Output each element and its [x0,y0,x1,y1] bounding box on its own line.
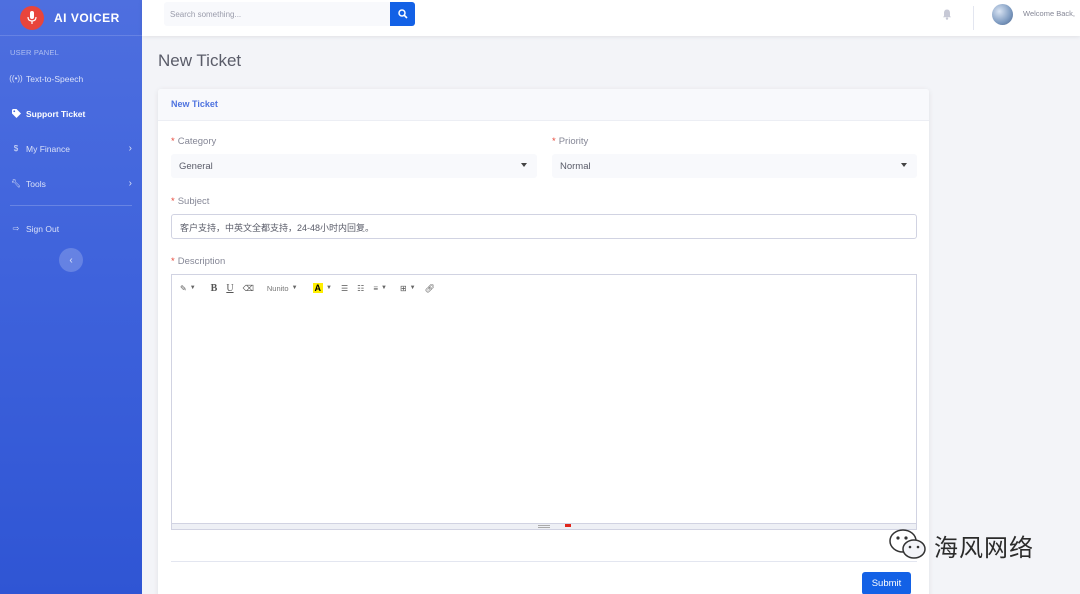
unordered-list-button[interactable]: ☰ [341,284,348,293]
watermark: 海风网络 [888,527,1034,563]
topbar-divider [973,6,974,30]
welcome-text[interactable]: Welcome Back, [1023,9,1075,18]
microphone-icon [20,5,44,30]
table-icon: ⊞ [399,283,407,293]
align-left-icon: ≡ [373,283,378,293]
chevron-right-icon: › [128,143,132,154]
search-bar [164,2,415,26]
category-label: * Category [171,136,217,147]
style-dropdown[interactable]: ✎ ▼ [180,284,196,293]
submit-button[interactable]: Submit [862,572,911,594]
wechat-icon [889,529,926,559]
form-divider [171,561,917,562]
caret-down-icon [901,163,907,167]
sidebar-item-label: Tools [26,178,46,189]
sidebar-item-support-ticket[interactable]: Support Ticket [0,96,142,131]
priority-select[interactable]: Normal [552,154,917,178]
topbar: Welcome Back, [142,0,1080,36]
highlight-icon: A [312,283,324,293]
category-value: General [179,161,213,172]
caret-down-icon [521,163,527,167]
brand-name: AI VOICER [54,10,120,25]
sidebar-item-tools[interactable]: 🔧︎ Tools › [0,166,142,201]
font-name: Nunito [266,283,289,293]
sign-out-icon: ⇨ [12,224,20,233]
font-family-dropdown[interactable]: Nunito ▼ [267,284,298,293]
list-ol-icon: ☷ [357,283,365,293]
eraser-icon: ⌫ [242,283,254,293]
resize-indicator [565,524,571,527]
search-button[interactable] [390,2,415,26]
table-dropdown[interactable]: ⊞ ▼ [400,284,416,293]
caret-down-icon: ▼ [409,285,416,291]
bold-button[interactable]: B [211,283,218,294]
wrench-icon: 🔧︎ [10,179,22,188]
underline-icon: U [226,282,234,294]
bell-icon[interactable] [942,9,952,23]
search-input[interactable] [164,2,390,26]
chevron-left-icon: ‹ [69,254,73,266]
subject-label: * Subject [171,196,210,207]
description-editor[interactable]: ✎ ▼ B U ⌫ Nunito ▼ A ▼ ☰ ☷ ≡ ▼ ⊞ ▼ 🔗︎ [171,274,917,530]
sidebar-item-label: My Finance [26,143,70,154]
page-title: New Ticket [158,51,242,70]
link-icon: 🔗︎ [424,283,435,293]
subject-input[interactable]: 客户支持，中英文全都支持，24-48小时内回复。 [171,214,917,239]
ordered-list-button[interactable]: ☷ [357,284,364,293]
sidebar-item-label: Sign Out [26,223,60,234]
highlight-color-button[interactable]: A ▼ [312,283,332,293]
bold-icon: B [210,282,218,294]
underline-button[interactable]: U [226,283,233,294]
sidebar-section-heading: USER PANEL [10,48,59,57]
caret-down-icon: ▼ [380,285,387,291]
dollar-icon: $ [13,144,19,153]
sidebar: AI VOICER USER PANEL ((•)) Text-to-Speec… [0,0,142,594]
sidebar-item-sign-out[interactable]: ⇨ Sign Out [0,211,142,246]
editor-resize-handle[interactable] [172,523,916,529]
sidebar-item-label: Text-to-Speech [26,73,84,84]
editor-toolbar: ✎ ▼ B U ⌫ Nunito ▼ A ▼ ☰ ☷ ≡ ▼ ⊞ ▼ 🔗︎ [172,275,916,301]
clear-format-button[interactable]: ⌫ [243,284,254,293]
caret-down-icon: ▼ [189,285,196,291]
new-ticket-card: New Ticket * Category General * Priority N… [158,89,929,594]
card-header: New Ticket [158,89,929,121]
list-ul-icon: ☰ [340,283,349,293]
avatar[interactable] [992,4,1013,25]
magic-wand-icon: ✎ [180,283,187,293]
sidebar-item-label: Support Ticket [26,108,86,119]
link-button[interactable]: 🔗︎ [425,284,435,293]
chevron-right-icon: › [128,178,132,189]
description-label: * Description [171,256,226,267]
priority-value: Normal [560,161,591,172]
broadcast-icon: ((•)) [9,74,23,83]
sidebar-divider [10,205,132,206]
search-icon [397,9,408,19]
sidebar-item-my-finance[interactable]: $ My Finance › [0,131,142,166]
brand[interactable]: AI VOICER [0,0,142,36]
watermark-text: 海风网络 [934,533,1034,562]
sidebar-item-text-to-speech[interactable]: ((•)) Text-to-Speech [0,61,142,96]
caret-down-icon: ▼ [326,285,332,291]
paragraph-dropdown[interactable]: ≡ ▼ [373,284,387,293]
category-select[interactable]: General [171,154,537,178]
priority-label: * Priority [552,136,589,147]
caret-down-icon: ▼ [291,285,298,291]
grip-icon [538,525,550,528]
tag-icon [10,109,22,118]
sidebar-toggle-button[interactable]: ‹ [59,248,83,272]
